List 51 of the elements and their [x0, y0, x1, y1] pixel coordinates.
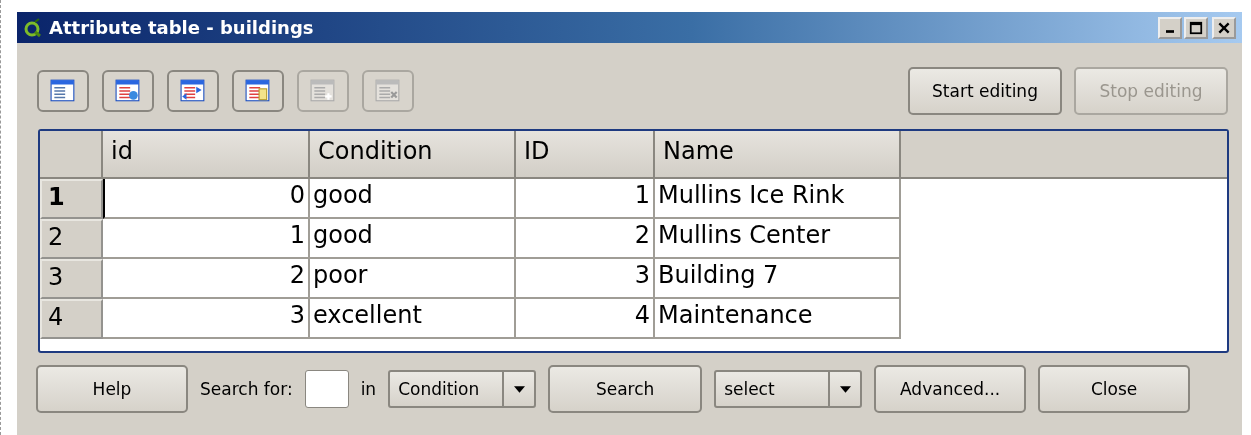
table-cell: 0	[103, 179, 310, 219]
column-header[interactable]: ID	[516, 131, 655, 179]
table-copy-tool-button[interactable]	[232, 70, 284, 112]
table-icon	[245, 79, 271, 103]
table-tool-button[interactable]	[37, 70, 89, 112]
minimize-button[interactable]	[1158, 16, 1182, 39]
row-header[interactable]: 3	[40, 259, 103, 299]
table-cell: 3	[516, 259, 655, 299]
table-cell: 2	[516, 219, 655, 259]
close-button[interactable]	[1212, 16, 1236, 39]
caret-icon	[513, 385, 525, 393]
table-cell: 3	[103, 299, 310, 339]
table-cell: 1	[103, 219, 310, 259]
table-cell: poor	[310, 259, 516, 299]
search-button[interactable]: Search	[548, 365, 703, 413]
window-title: Attribute table - buildings	[49, 17, 315, 38]
column-header[interactable]: Name	[655, 131, 901, 179]
app-icon	[23, 17, 43, 38]
close-icon	[1217, 20, 1231, 35]
table-cell: good	[310, 219, 516, 259]
close-dialog-button[interactable]: Close	[1038, 365, 1191, 413]
table-cell: excellent	[310, 299, 516, 339]
table-icon	[50, 79, 76, 103]
table-cell: 4	[516, 299, 655, 339]
column-header[interactable]: Condition	[310, 131, 516, 179]
table-icon	[310, 79, 336, 103]
table-swap-tool-button[interactable]	[167, 70, 219, 112]
mode-dropdown[interactable]: select	[714, 370, 863, 408]
search-field[interactable]	[304, 370, 349, 408]
row-header[interactable]: 2	[40, 219, 103, 259]
start-editing-button[interactable]: Start editing	[908, 67, 1062, 115]
caret-icon	[839, 385, 851, 393]
minimize-icon	[1166, 30, 1174, 33]
table-cell: good	[310, 179, 516, 219]
table-cell: 2	[103, 259, 310, 299]
maximize-icon	[1189, 20, 1203, 35]
table-icon	[180, 79, 206, 103]
in-label: in	[360, 379, 377, 399]
table-icon	[375, 79, 401, 103]
help-button[interactable]: Help	[36, 365, 188, 413]
maximize-button[interactable]	[1184, 16, 1208, 39]
row-header[interactable]: 1	[40, 179, 103, 219]
row-header[interactable]: 4	[40, 299, 103, 339]
column-header[interactable]: id	[103, 131, 310, 179]
field-dropdown[interactable]: Condition	[388, 370, 537, 408]
advanced-button[interactable]: Advanced...	[874, 365, 1027, 413]
table-arrow-tool-button[interactable]	[102, 70, 154, 112]
table-cell: 1	[516, 179, 655, 219]
search-for-label: Search for:	[200, 379, 293, 399]
corner-header	[40, 131, 103, 179]
table-icon	[115, 79, 141, 103]
